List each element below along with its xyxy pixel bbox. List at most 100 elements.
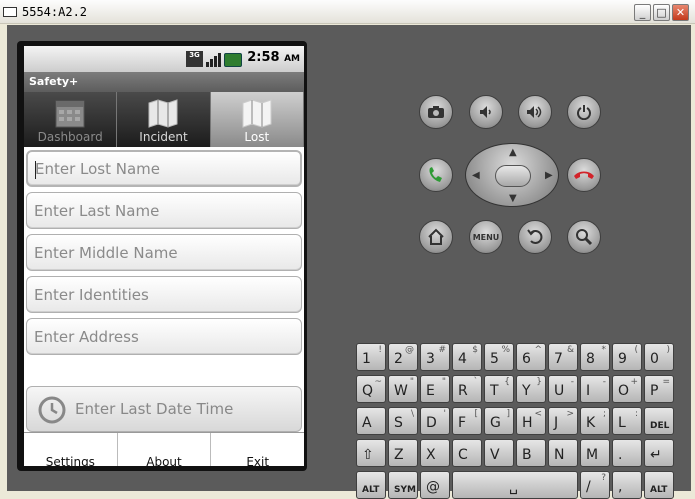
close-button[interactable]: ✕: [672, 4, 689, 21]
key-y[interactable]: Y}: [516, 375, 546, 403]
volume-down-button[interactable]: [469, 95, 503, 129]
key-k[interactable]: K;: [580, 407, 610, 435]
key-9[interactable]: 9(: [612, 343, 642, 371]
menu-button[interactable]: MENU: [469, 220, 503, 254]
volume-down-icon: [480, 106, 491, 118]
tab-label: Lost: [244, 130, 270, 144]
key-enter[interactable]: ↵: [644, 439, 674, 467]
key-z[interactable]: Z: [388, 439, 418, 467]
home-button[interactable]: [419, 220, 453, 254]
key-v[interactable]: V: [484, 439, 514, 467]
address-input[interactable]: [27, 319, 301, 354]
key-del[interactable]: DEL: [644, 407, 674, 435]
key-alt-left[interactable]: ALT: [356, 471, 386, 499]
key-l[interactable]: L:: [612, 407, 642, 435]
call-button[interactable]: [419, 158, 453, 192]
dpad-down-icon[interactable]: ▼: [509, 193, 517, 204]
key-i[interactable]: I-: [580, 375, 610, 403]
camera-button[interactable]: [419, 95, 453, 129]
key-b[interactable]: B: [516, 439, 546, 467]
hardware-keyboard: 1! 2 @ 3 # 4 $ 5% 6 ^ 7 & 8 * 9( 0) Q ~ W " E " R…: [356, 343, 679, 499]
identities-input[interactable]: [27, 277, 301, 312]
power-button[interactable]: [567, 95, 601, 129]
key-6[interactable]: 6 ^: [516, 343, 546, 371]
device-screen: 3G 2:58 AM Safety+ Dashboard Incident Lo…: [24, 46, 304, 466]
minimize-button[interactable]: _: [634, 4, 651, 21]
emulator-body: 3G 2:58 AM Safety+ Dashboard Incident Lo…: [7, 25, 691, 499]
key-d[interactable]: D ': [420, 407, 450, 435]
dpad-center-button[interactable]: [495, 165, 531, 187]
volume-up-icon: [527, 106, 542, 118]
lost-name-input[interactable]: [28, 152, 300, 185]
key-4[interactable]: 4 $: [452, 343, 482, 371]
back-button[interactable]: [518, 220, 552, 254]
key-x[interactable]: X: [420, 439, 450, 467]
key-g[interactable]: G]: [484, 407, 514, 435]
menu-exit[interactable]: Exit: [211, 433, 304, 466]
key-2[interactable]: 2 @: [388, 343, 418, 371]
key-j[interactable]: J >: [548, 407, 578, 435]
key-s[interactable]: S \: [388, 407, 418, 435]
address-field[interactable]: [26, 318, 302, 355]
key-1[interactable]: 1!: [356, 343, 386, 371]
window-icon: [3, 7, 17, 17]
middle-name-field[interactable]: [26, 234, 302, 271]
signal-icon: [206, 51, 221, 67]
last-name-input[interactable]: [27, 193, 301, 228]
tab-incident[interactable]: Incident: [117, 92, 211, 147]
menu-button-label: MENU: [472, 232, 500, 242]
call-icon: [429, 167, 442, 182]
key-e[interactable]: E ": [420, 375, 450, 403]
map-icon: [148, 99, 178, 128]
lost-name-field[interactable]: [26, 150, 302, 187]
camera-icon: [428, 106, 444, 118]
key-u[interactable]: U-: [548, 375, 578, 403]
key-space[interactable]: ␣: [452, 471, 578, 499]
key-alt-right[interactable]: ALT: [644, 471, 674, 499]
dpad-right-icon[interactable]: ▶: [545, 170, 553, 181]
key-at[interactable]: @: [420, 471, 450, 499]
key-slash[interactable]: /?: [580, 471, 610, 499]
key-5[interactable]: 5%: [484, 343, 514, 371]
menu-settings[interactable]: Settings: [24, 433, 118, 466]
tab-lost[interactable]: Lost: [210, 92, 304, 147]
key-7[interactable]: 7 &: [548, 343, 578, 371]
last-name-field[interactable]: [26, 192, 302, 229]
key-8[interactable]: 8 *: [580, 343, 610, 371]
dpad-left-icon[interactable]: ◀: [472, 170, 480, 181]
key-f[interactable]: F[: [452, 407, 482, 435]
key-r[interactable]: R `: [452, 375, 482, 403]
last-date-time-button[interactable]: Enter Last Date Time: [26, 386, 302, 432]
search-button[interactable]: [567, 220, 601, 254]
tab-label: Incident: [139, 130, 188, 144]
key-o[interactable]: O +: [612, 375, 642, 403]
menu-about[interactable]: About: [118, 433, 212, 466]
key-q[interactable]: Q ~: [356, 375, 386, 403]
key-c[interactable]: C: [452, 439, 482, 467]
clock-refresh-icon: [38, 396, 66, 424]
identities-field[interactable]: [26, 276, 302, 313]
tab-dashboard[interactable]: Dashboard: [24, 92, 118, 147]
calendar-icon: [55, 100, 85, 128]
key-h[interactable]: H <: [516, 407, 546, 435]
volume-up-button[interactable]: [518, 95, 552, 129]
key-comma[interactable]: ,: [612, 471, 642, 499]
key-a[interactable]: A: [356, 407, 386, 435]
key-m[interactable]: M: [580, 439, 610, 467]
key-shift[interactable]: ⇧: [356, 439, 386, 467]
key-3[interactable]: 3 #: [420, 343, 450, 371]
maximize-button[interactable]: □: [653, 4, 670, 21]
key-t[interactable]: T{: [484, 375, 514, 403]
dpad-up-icon[interactable]: ▲: [509, 147, 517, 158]
key-sym[interactable]: SYM: [388, 471, 418, 499]
key-period[interactable]: .: [612, 439, 642, 467]
end-call-button[interactable]: [567, 158, 601, 192]
options-menu: Settings About Exit: [24, 432, 304, 466]
key-w[interactable]: W ": [388, 375, 418, 403]
dpad[interactable]: ▲ ▼ ◀ ▶: [465, 143, 559, 207]
key-n[interactable]: N: [548, 439, 578, 467]
key-p[interactable]: P =: [644, 375, 674, 403]
middle-name-input[interactable]: [27, 235, 301, 270]
app-title: Safety+: [29, 75, 79, 88]
key-0[interactable]: 0): [644, 343, 674, 371]
